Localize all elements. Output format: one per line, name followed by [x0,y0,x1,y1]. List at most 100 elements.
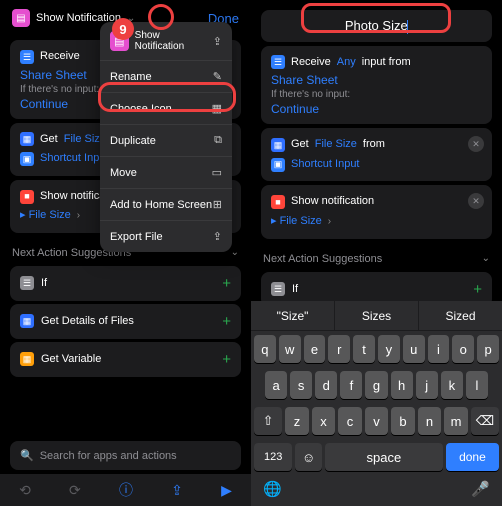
menu-move[interactable]: Move▭ [100,157,232,189]
key-v[interactable]: v [365,407,389,435]
mic-icon[interactable]: 🎤 [471,480,490,498]
chevron-right-icon[interactable]: › [328,214,331,230]
shortcut-icon: ▤ [12,9,30,27]
receive-icon: ☰ [20,50,34,64]
suggestions-header: Next Action Suggestions⌄ [251,243,502,269]
screen-left: ▤ Show Notification ⌄ Done 9 ☰ Receive S… [0,0,251,506]
share-icon[interactable]: ⇪ [213,35,222,48]
key-z[interactable]: z [285,407,309,435]
shortcut-input-icon: ▣ [20,152,34,166]
key-j[interactable]: j [416,371,438,399]
suggestion-1[interactable]: "Size" [251,301,335,330]
key-done[interactable]: done [446,443,499,471]
info-button[interactable]: ⓘ [119,480,133,500]
shortcut-input-link[interactable]: Shortcut Input [40,150,109,168]
filesize-var[interactable]: ▸ File Size [20,207,71,225]
file-icon: ▦ [271,138,285,152]
inputfrom-label: input from [362,54,411,72]
shortcut-input-icon: ▣ [271,158,285,172]
filesize-link[interactable]: File Size [315,136,357,154]
key-m[interactable]: m [444,407,468,435]
receive-icon: ☰ [271,55,285,69]
share-sheet-link[interactable]: Share Sheet [271,73,482,87]
key-123[interactable]: 123 [254,443,292,471]
key-i[interactable]: i [428,335,450,363]
key-k[interactable]: k [441,371,463,399]
suggestion-bar: "Size" Sizes Sized [251,301,502,331]
suggestion-if[interactable]: ☰If+ [10,266,241,301]
key-b[interactable]: b [391,407,415,435]
any-link[interactable]: Any [337,54,356,72]
get-filesize-card: ▦ Get File Size from ▣ Shortcut Input ✕ [261,128,492,181]
key-w[interactable]: w [279,335,301,363]
shortcut-input-link[interactable]: Shortcut Input [291,156,360,174]
suggestion-3[interactable]: Sized [419,301,502,330]
add-icon[interactable]: + [222,275,231,292]
redo-button[interactable]: ⟳ [69,482,81,499]
chevron-down-icon[interactable]: ⌄ [482,253,490,264]
receive-label: Receive [40,48,80,66]
key-t[interactable]: t [353,335,375,363]
show-notif-card: ■ Show notification ▸ File Size › ✕ [261,185,492,238]
key-r[interactable]: r [328,335,350,363]
add-icon[interactable]: + [222,313,231,330]
key-shift[interactable]: ⇧ [254,407,282,435]
search-field[interactable]: 🔍Search for apps and actions [10,441,241,470]
add-icon[interactable]: + [222,351,231,368]
play-button[interactable]: ▶ [221,482,232,499]
menu-choose-icon[interactable]: Choose Icon▦ [100,93,232,125]
image-icon: ▦ [212,102,222,115]
from-label: from [363,136,385,154]
duplicate-icon: ⧉ [214,134,222,147]
key-p[interactable]: p [477,335,499,363]
key-d[interactable]: d [315,371,337,399]
key-backspace[interactable]: ⌫ [471,407,499,435]
menu-export[interactable]: Export File⇪ [100,221,232,252]
suggestion-2[interactable]: Sizes [335,301,419,330]
title-input[interactable]: Photo Size [261,10,492,42]
filesize-var[interactable]: ▸ File Size [271,213,322,231]
key-n[interactable]: n [418,407,442,435]
share-button[interactable]: ⇪ [171,482,183,499]
key-h[interactable]: h [391,371,413,399]
key-emoji[interactable]: ☺ [295,443,322,471]
key-x[interactable]: x [312,407,336,435]
if-icon: ☰ [271,282,285,296]
undo-button[interactable]: ⟲ [19,482,31,499]
file-icon: ▦ [20,132,34,146]
suggestion-getvar[interactable]: ▦Get Variable+ [10,342,241,377]
key-y[interactable]: y [378,335,400,363]
key-f[interactable]: f [340,371,362,399]
plus-square-icon: ⊞ [213,198,222,211]
menu-duplicate[interactable]: Duplicate⧉ [100,125,232,157]
notification-icon: ■ [271,195,285,209]
continue-link[interactable]: Continue [271,102,482,116]
key-e[interactable]: e [304,335,326,363]
receive-label: Receive [291,54,331,72]
keyboard: "Size" Sizes Sized qwertyuiop asdfghjkl … [251,301,502,506]
get-label: Get [40,131,58,149]
add-icon[interactable]: + [473,281,482,298]
shownotif-label: Show notification [291,193,374,211]
get-label: Get [291,136,309,154]
context-menu: ▤ Show Notification ⇪ Rename✎ Choose Ico… [100,22,232,252]
menu-add-home[interactable]: Add to Home Screen⊞ [100,189,232,221]
key-g[interactable]: g [365,371,387,399]
variable-icon: ▦ [20,352,34,366]
key-space[interactable]: space [325,443,443,471]
key-s[interactable]: s [290,371,312,399]
menu-rename[interactable]: Rename✎ [100,61,232,93]
chevron-right-icon[interactable]: › [77,208,80,224]
if-icon: ☰ [20,276,34,290]
key-a[interactable]: a [265,371,287,399]
notification-icon: ■ [20,190,34,204]
key-l[interactable]: l [466,371,488,399]
globe-icon[interactable]: 🌐 [263,480,282,498]
file-icon: ▦ [20,314,34,328]
key-o[interactable]: o [452,335,474,363]
step-badge-9: 9 [112,18,134,40]
key-c[interactable]: c [338,407,362,435]
suggestion-details[interactable]: ▦Get Details of Files+ [10,304,241,339]
key-q[interactable]: q [254,335,276,363]
key-u[interactable]: u [403,335,425,363]
